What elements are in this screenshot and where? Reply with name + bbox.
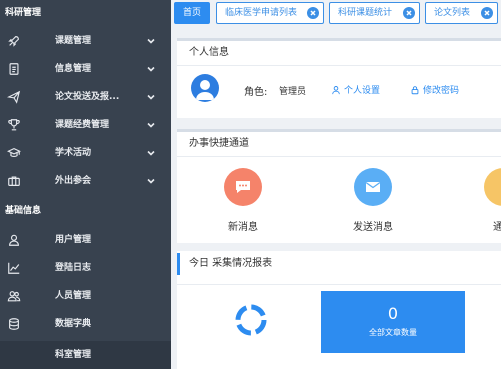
quick-new-message[interactable]: 新消息 [213, 168, 273, 233]
lock-icon [411, 86, 419, 95]
tab-label: 论文列表 [434, 8, 471, 18]
sidebar-item-staff[interactable]: 人员管理 [0, 282, 171, 310]
sidebar-item-label: 数据字典 [55, 319, 92, 329]
sidebar-item-topic-management[interactable]: 课题管理 [0, 27, 171, 55]
quick-label: 新消息 [228, 222, 258, 233]
tab-home[interactable]: 首页 [174, 2, 210, 24]
panel-title: 今日 采集情况报表 [177, 253, 501, 275]
sidebar-item-label: 论文投送及报... [55, 92, 120, 102]
sidebar-item-label: 科室管理 [55, 350, 92, 360]
change-password-link[interactable]: 修改密码 [410, 83, 459, 96]
sidebar-item-dictionary[interactable]: 数据字典 [0, 310, 171, 338]
paper-plane-icon [7, 90, 21, 104]
sidebar-item-users[interactable]: 用户管理 [0, 226, 171, 254]
tab-label: 首页 [182, 8, 201, 18]
close-icon[interactable] [481, 7, 493, 19]
role-label: 角色: [244, 87, 268, 98]
tab-clinical-applications[interactable]: 临床医学申请列表 [216, 2, 324, 24]
users-icon [7, 289, 21, 303]
sidebar-item-info-management[interactable]: 信息管理 [0, 55, 171, 83]
tab-label: 科研课题统计 [338, 8, 393, 18]
envelope-icon [354, 168, 392, 206]
quick-label: 发送消息 [353, 222, 393, 233]
sidebar-item-label: 人员管理 [55, 291, 92, 301]
chevron-down-icon[interactable] [146, 64, 156, 74]
rocket-icon [7, 34, 21, 48]
sidebar-item-label: 用户管理 [55, 235, 92, 245]
quick-label: 通知 [493, 222, 501, 233]
chevron-down-icon[interactable] [146, 120, 156, 130]
sidebar-item-conference[interactable]: 外出参会 [0, 167, 171, 195]
tab-label: 临床医学申请列表 [225, 8, 298, 18]
panel-title: 办事快捷通道 [177, 132, 501, 157]
sidebar-item-label: 外出参会 [55, 176, 92, 186]
divider [177, 284, 501, 285]
sidebar-item-academic[interactable]: 学术活动 [0, 139, 171, 167]
user-icon [7, 233, 21, 247]
tab-bar: 首页 临床医学申请列表 科研课题统计 论文列表 [171, 0, 501, 28]
daily-report-panel: 今日 采集情况报表 0 全部文章数量 [177, 251, 501, 369]
stat-value: 0 [387, 304, 399, 323]
tab-paper-list[interactable]: 论文列表 [425, 2, 498, 24]
bell-icon [484, 168, 501, 206]
progress-ring [233, 302, 269, 338]
user-icon [332, 86, 340, 95]
sidebar-item-login-log[interactable]: 登陆日志 [0, 254, 171, 282]
role-value: 管理员 [279, 87, 307, 97]
sidebar-item-label: 课题经费管理 [55, 120, 110, 130]
link-label: 个人设置 [344, 86, 381, 96]
personal-info-panel: 个人信息 角色: 管理员 个人设置 修改密码 [177, 38, 501, 118]
sidebar-item-label: 登陆日志 [55, 263, 92, 273]
trophy-icon [7, 118, 21, 132]
sidebar-item-label: 学术活动 [55, 148, 92, 158]
quick-notice[interactable]: 通知 [473, 168, 501, 233]
chevron-down-icon[interactable] [146, 36, 156, 46]
sidebar-item-paper-submission[interactable]: 论文投送及报... [0, 83, 171, 111]
chevron-down-icon[interactable] [146, 148, 156, 158]
chat-bubble-icon [224, 168, 262, 206]
personal-settings-link[interactable]: 个人设置 [331, 83, 380, 96]
database-icon [7, 317, 21, 331]
close-icon[interactable] [403, 7, 415, 19]
quick-access-panel: 办事快捷通道 新消息 发送消息 通知 [177, 129, 501, 243]
sidebar: 科研管理 课题管理 信息管理 论文投送及报... 课题经费管理 学术活动 外出参… [0, 0, 171, 369]
panel-title: 个人信息 [177, 41, 501, 66]
avatar [191, 74, 219, 102]
link-label: 修改密码 [423, 86, 460, 96]
total-articles-stat[interactable]: 0 全部文章数量 [321, 291, 465, 353]
chevron-down-icon[interactable] [146, 176, 156, 186]
sidebar-section-basic: 基础信息 [5, 206, 42, 216]
sidebar-item-funding[interactable]: 课题经费管理 [0, 111, 171, 139]
sidebar-section-research: 科研管理 [5, 8, 42, 18]
graduation-cap-icon [7, 146, 21, 160]
sidebar-item-departments[interactable]: 科室管理 [0, 341, 171, 369]
sidebar-item-label: 信息管理 [55, 64, 92, 74]
document-icon [7, 62, 21, 76]
quick-send-message[interactable]: 发送消息 [343, 168, 403, 233]
line-chart-icon [7, 261, 21, 275]
tab-research-statistics[interactable]: 科研课题统计 [329, 2, 420, 24]
briefcase-icon [7, 174, 21, 188]
chevron-down-icon[interactable] [146, 92, 156, 102]
stat-caption: 全部文章数量 [369, 328, 417, 337]
close-icon[interactable] [307, 7, 319, 19]
sidebar-item-label: 课题管理 [55, 36, 92, 46]
